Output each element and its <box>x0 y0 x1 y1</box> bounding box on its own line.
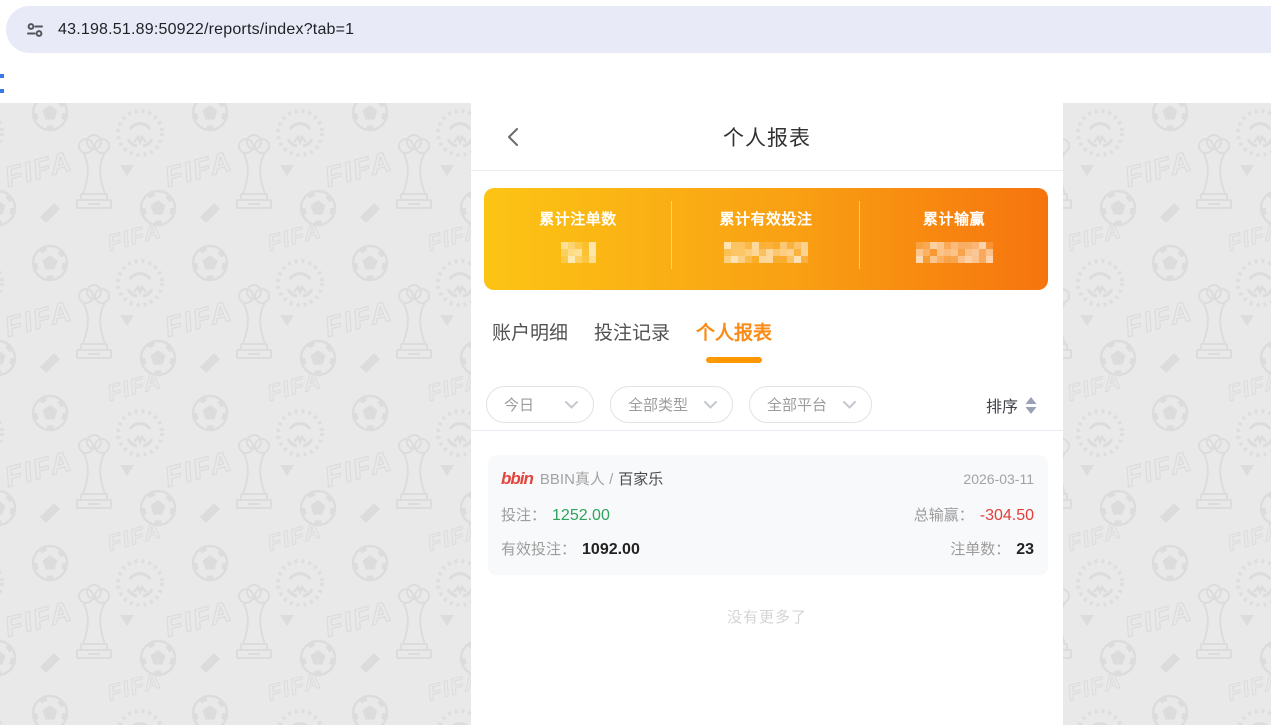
tab-account-details[interactable]: 账户明细 <box>492 318 568 359</box>
chevron-down-icon <box>843 400 856 409</box>
back-button[interactable] <box>499 123 527 151</box>
sort-label: 排序 <box>985 399 1018 416</box>
censored-value <box>915 242 993 263</box>
type-filter-label: 全部类型 <box>628 397 689 414</box>
stat-winloss: 累计输赢 <box>860 188 1048 290</box>
date-filter-label: 今日 <box>504 397 535 414</box>
bet-count-label: 注单数： <box>950 541 1011 558</box>
winloss-amount: -304.50 <box>979 507 1034 524</box>
valid-bet-amount: 1092.00 <box>582 541 640 558</box>
report-record-card[interactable]: bbin BBIN真人 / 百家乐 2026-03-11 投注： 1252.00… <box>488 455 1048 575</box>
platform-filter-label: 全部平台 <box>767 397 828 414</box>
bet-count: 23 <box>1016 541 1034 558</box>
stat-total-bets: 累计注单数 <box>484 188 672 290</box>
stat-valid-bets: 累计有效投注 <box>672 188 860 290</box>
bet-amount: 1252.00 <box>552 507 610 524</box>
censored-value <box>560 242 596 263</box>
page-title: 个人报表 <box>723 126 811 150</box>
clipped-edge-artifact <box>0 74 4 98</box>
date-filter-dropdown[interactable]: 今日 <box>486 386 594 423</box>
record-date: 2026-03-11 <box>963 470 1034 487</box>
url-text[interactable]: 43.198.51.89:50922/reports/index?tab=1 <box>58 21 354 39</box>
filter-row: 今日 全部类型 全部平台 排序 <box>471 383 1063 431</box>
type-filter-dropdown[interactable]: 全部类型 <box>610 386 733 423</box>
winloss-label: 总输赢： <box>913 507 974 524</box>
sort-button[interactable]: 排序 <box>986 393 1037 417</box>
chevron-down-icon <box>565 400 578 409</box>
tab-bet-records[interactable]: 投注记录 <box>594 318 670 359</box>
chevron-down-icon <box>704 400 717 409</box>
sort-arrows-icon <box>1025 396 1037 414</box>
cumulative-stats-card: 累计注单数 累计有效投注 累计输赢 <box>484 188 1048 290</box>
censored-value <box>724 242 808 263</box>
platform-filter-dropdown[interactable]: 全部平台 <box>749 386 872 423</box>
site-settings-icon[interactable] <box>18 13 52 47</box>
report-panel: 个人报表 累计注单数 累计有效投注 累计输赢 账户明细 投注记录 个人报表 今日 <box>471 103 1063 725</box>
provider-name: BBIN真人 / <box>539 471 614 488</box>
bbin-logo: bbin <box>501 468 534 488</box>
stat-label: 累计输赢 <box>922 211 985 228</box>
valid-bet-label: 有效投注： <box>501 541 577 558</box>
tab-personal-report[interactable]: 个人报表 <box>696 318 772 359</box>
stat-label: 累计注单数 <box>539 211 617 228</box>
stat-label: 累计有效投注 <box>719 211 813 228</box>
panel-header: 个人报表 <box>471 103 1063 171</box>
browser-address-bar[interactable]: 43.198.51.89:50922/reports/index?tab=1 <box>6 6 1271 53</box>
tab-bar: 账户明细 投注记录 个人报表 <box>492 318 772 359</box>
bet-label: 投注： <box>501 507 547 524</box>
no-more-text: 没有更多了 <box>726 609 807 626</box>
game-name: 百家乐 <box>618 471 664 488</box>
